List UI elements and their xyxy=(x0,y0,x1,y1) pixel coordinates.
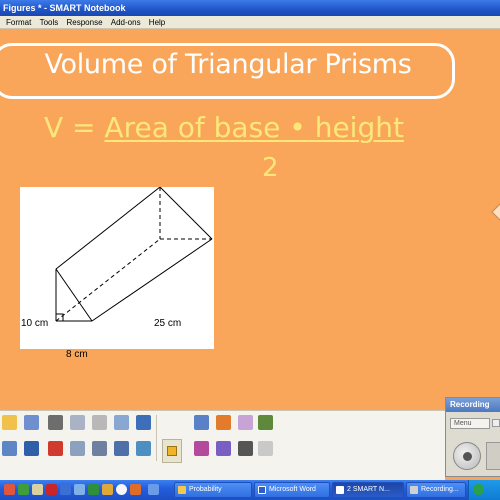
recording-panel-title[interactable]: Recording xyxy=(446,398,500,412)
word-icon xyxy=(258,486,266,494)
creative-pen-icon[interactable] xyxy=(194,441,209,456)
taskbar-item-recording[interactable]: Recording... xyxy=(406,482,466,498)
chrome-icon[interactable] xyxy=(116,484,127,495)
notebook-page-canvas[interactable]: Volume of Triangular Prisms V = Area of … xyxy=(0,29,500,410)
prism-figure: 10 cm 25 cm 8 cm xyxy=(20,187,214,360)
magic-pen-icon[interactable] xyxy=(258,415,273,430)
quicklaunch-icon-3[interactable] xyxy=(32,484,43,495)
formula-numerator: Area of base • height xyxy=(104,111,404,144)
taskbar-item-probability[interactable]: Probability xyxy=(174,482,252,498)
recorder-icon xyxy=(410,486,418,494)
screen-shade-icon[interactable] xyxy=(70,441,85,456)
redo-icon[interactable] xyxy=(92,415,107,430)
window-title-bar[interactable]: Figures * - SMART Notebook xyxy=(0,0,500,16)
smart-notebook-icon xyxy=(336,486,344,494)
toolbar-separator xyxy=(156,415,157,461)
system-tray[interactable] xyxy=(468,480,500,500)
eraser-icon[interactable] xyxy=(238,415,253,430)
windows-taskbar: Probability Microsoft Word 2 SMART N... … xyxy=(0,480,500,500)
height-label: 10 cm xyxy=(21,318,49,329)
menu-add-ons[interactable]: Add-ons xyxy=(108,16,144,29)
menu-help[interactable]: Help xyxy=(146,16,168,29)
offscreen-shape[interactable] xyxy=(490,200,500,224)
pen-icon[interactable] xyxy=(216,415,231,430)
screen-icon[interactable] xyxy=(24,415,39,430)
window-title: Figures * - SMART Notebook xyxy=(3,3,126,13)
recording-menu-dropdown[interactable]: Menu xyxy=(450,418,490,429)
tray-icon[interactable] xyxy=(473,484,484,495)
taskbar-item-smart-notebook[interactable]: 2 SMART N... xyxy=(332,482,404,498)
folder-icon xyxy=(178,486,186,494)
stop-button[interactable] xyxy=(486,442,500,470)
volume-formula: V = Area of base • height xyxy=(44,111,404,144)
record-dot-icon xyxy=(463,452,472,461)
menu-bar: Format Tools Response Add-ons Help xyxy=(0,16,500,29)
select-arrow-icon[interactable] xyxy=(194,415,209,430)
delete-icon[interactable] xyxy=(48,441,63,456)
page-title: Volume of Triangular Prisms xyxy=(44,49,412,80)
undo-icon[interactable] xyxy=(48,415,63,430)
quicklaunch-icon-5[interactable] xyxy=(60,484,71,495)
quicklaunch-icon-2[interactable] xyxy=(18,484,29,495)
open-folder-icon[interactable] xyxy=(2,415,17,430)
recording-close-icon[interactable] xyxy=(492,419,500,427)
copy-icon[interactable] xyxy=(70,415,85,430)
toolbar-customize-button[interactable] xyxy=(162,439,182,463)
display-icon[interactable] xyxy=(136,415,151,430)
close-box-icon[interactable] xyxy=(114,441,129,456)
quicklaunch-icon-1[interactable] xyxy=(4,484,15,495)
line-icon[interactable] xyxy=(238,441,253,456)
fill-icon[interactable] xyxy=(258,441,273,456)
menu-tools[interactable]: Tools xyxy=(37,16,62,29)
formula-prefix: V = xyxy=(44,111,105,144)
shapes-icon[interactable] xyxy=(216,441,231,456)
quicklaunch-icon-8[interactable] xyxy=(102,484,113,495)
length-label: 25 cm xyxy=(154,318,182,329)
formula-denominator: 2 xyxy=(262,153,279,183)
taskbar-item-word[interactable]: Microsoft Word xyxy=(254,482,330,498)
camera-icon[interactable] xyxy=(136,441,151,456)
save-icon[interactable] xyxy=(2,441,17,456)
quicklaunch-icon-7[interactable] xyxy=(88,484,99,495)
recording-panel[interactable]: Recording Menu xyxy=(445,397,500,477)
triangular-prism-drawing xyxy=(55,187,213,322)
page-icon[interactable] xyxy=(24,441,39,456)
record-button[interactable] xyxy=(453,442,481,470)
base-label: 8 cm xyxy=(66,349,88,360)
menu-format[interactable]: Format xyxy=(0,16,34,29)
tools-toolbar xyxy=(0,410,445,480)
quicklaunch-icon-4[interactable] xyxy=(46,484,57,495)
zoom-icon[interactable] xyxy=(114,415,129,430)
quicklaunch-icon-11[interactable] xyxy=(148,484,159,495)
table-icon[interactable] xyxy=(92,441,107,456)
quicklaunch-icon-10[interactable] xyxy=(130,484,141,495)
menu-response[interactable]: Response xyxy=(64,16,106,29)
quicklaunch-icon-6[interactable] xyxy=(74,484,85,495)
recording-title-text: Recording xyxy=(450,400,490,409)
customize-icon xyxy=(167,446,177,456)
